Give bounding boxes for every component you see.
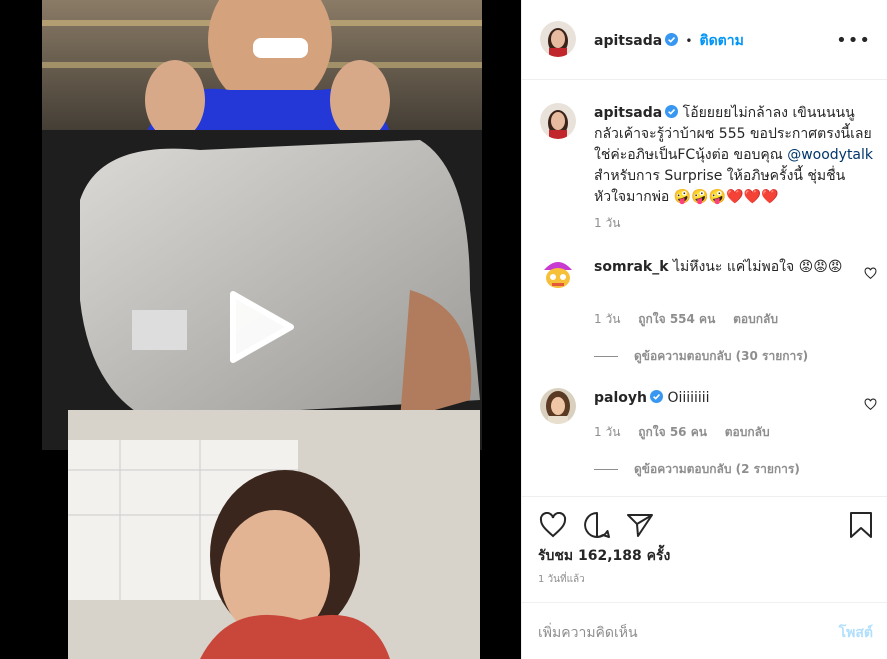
- comment-meta: 1 วัน ถูกใจ 56 คน ตอบกลับ: [594, 423, 770, 442]
- like-comment-icon[interactable]: [864, 398, 877, 411]
- mention-link[interactable]: @woodytalk: [787, 147, 873, 163]
- avatar-image: [540, 256, 576, 292]
- post-comment-button[interactable]: โพสต์: [839, 622, 873, 644]
- comment-likes[interactable]: ถูกใจ 554 คน: [638, 312, 715, 326]
- reply-button[interactable]: ตอบกลับ: [733, 312, 778, 326]
- comment-bubble-icon[interactable]: [583, 511, 611, 539]
- avatar-image: [540, 103, 576, 139]
- replies-divider: [594, 356, 618, 357]
- post-header: apitsada • ติดตาม •••: [522, 0, 887, 80]
- more-options-icon[interactable]: •••: [836, 30, 871, 51]
- comment-likes[interactable]: ถูกใจ 56 คน: [638, 425, 707, 439]
- comment-avatar[interactable]: [540, 256, 576, 292]
- add-comment-bar: เพิ่มความคิดเห็น โพสต์: [522, 602, 887, 659]
- comment-avatar[interactable]: [540, 388, 576, 424]
- action-bar: รับชม 162,188 ครั้ง 1 วันที่แล้ว: [522, 496, 887, 602]
- save-bookmark-icon[interactable]: [849, 511, 873, 539]
- header-username[interactable]: apitsada: [594, 33, 662, 49]
- replies-divider: [594, 469, 618, 470]
- play-icon[interactable]: [225, 290, 295, 364]
- comment-username[interactable]: paloyh: [594, 390, 647, 406]
- comment-input[interactable]: เพิ่มความคิดเห็น: [538, 622, 638, 644]
- comment-username[interactable]: somrak_k: [594, 259, 669, 275]
- comment-meta: 1 วัน ถูกใจ 554 คน ตอบกลับ: [594, 310, 778, 329]
- reply-button[interactable]: ตอบกลับ: [725, 425, 770, 439]
- view-replies-label: ดูข้อความตอบกลับ (2 รายการ): [634, 462, 800, 476]
- verified-badge-icon: [665, 105, 679, 118]
- comment-body: somrak_k ไม่หึงนะ แค่ไม่พอใจ 😡😡😡: [594, 257, 859, 278]
- view-replies-button[interactable]: ดูข้อความตอบกลับ (2 รายการ): [594, 460, 800, 479]
- header-separator: •: [685, 34, 693, 48]
- caption-avatar[interactable]: [540, 103, 576, 139]
- verified-badge-icon: [665, 33, 679, 46]
- comment-body: paloyh Oiiiiiiii: [594, 388, 859, 409]
- avatar[interactable]: [540, 21, 576, 57]
- share-send-icon[interactable]: [626, 512, 654, 538]
- caption-username[interactable]: apitsada: [594, 105, 662, 121]
- view-replies-label: ดูข้อความตอบกลับ (30 รายการ): [634, 349, 809, 363]
- like-heart-icon[interactable]: [539, 512, 567, 538]
- caption-text-end: สำหรับการ Surprise ให้อภิษครั้งนี้ ชุ่มช…: [594, 168, 846, 205]
- avatar-image: [540, 388, 576, 424]
- post-timestamp: 1 วันที่แล้ว: [538, 574, 585, 585]
- comment-text: Oiiiiiiii: [667, 390, 710, 406]
- comment-time: 1 วัน: [594, 312, 621, 326]
- view-count[interactable]: รับชม 162,188 ครั้ง: [538, 545, 670, 567]
- verified-badge-icon: [649, 390, 663, 403]
- view-replies-button[interactable]: ดูข้อความตอบกลับ (30 รายการ): [594, 347, 808, 366]
- video-player[interactable]: [0, 0, 521, 659]
- caption: apitsada โอ้ยยยยไม่กล้าลง เขินนนนนูกลัวเ…: [594, 103, 874, 208]
- like-comment-icon[interactable]: [864, 267, 877, 280]
- comment-time: 1 วัน: [594, 425, 621, 439]
- caption-time: 1 วัน: [594, 216, 621, 230]
- comment-text: ไม่หึงนะ แค่ไม่พอใจ 😡😡😡: [672, 259, 843, 275]
- post-panel: apitsada • ติดตาม ••• apitsada โอ้ยยยยไม…: [521, 0, 887, 659]
- follow-button[interactable]: ติดตาม: [699, 33, 743, 49]
- avatar-image: [540, 21, 576, 57]
